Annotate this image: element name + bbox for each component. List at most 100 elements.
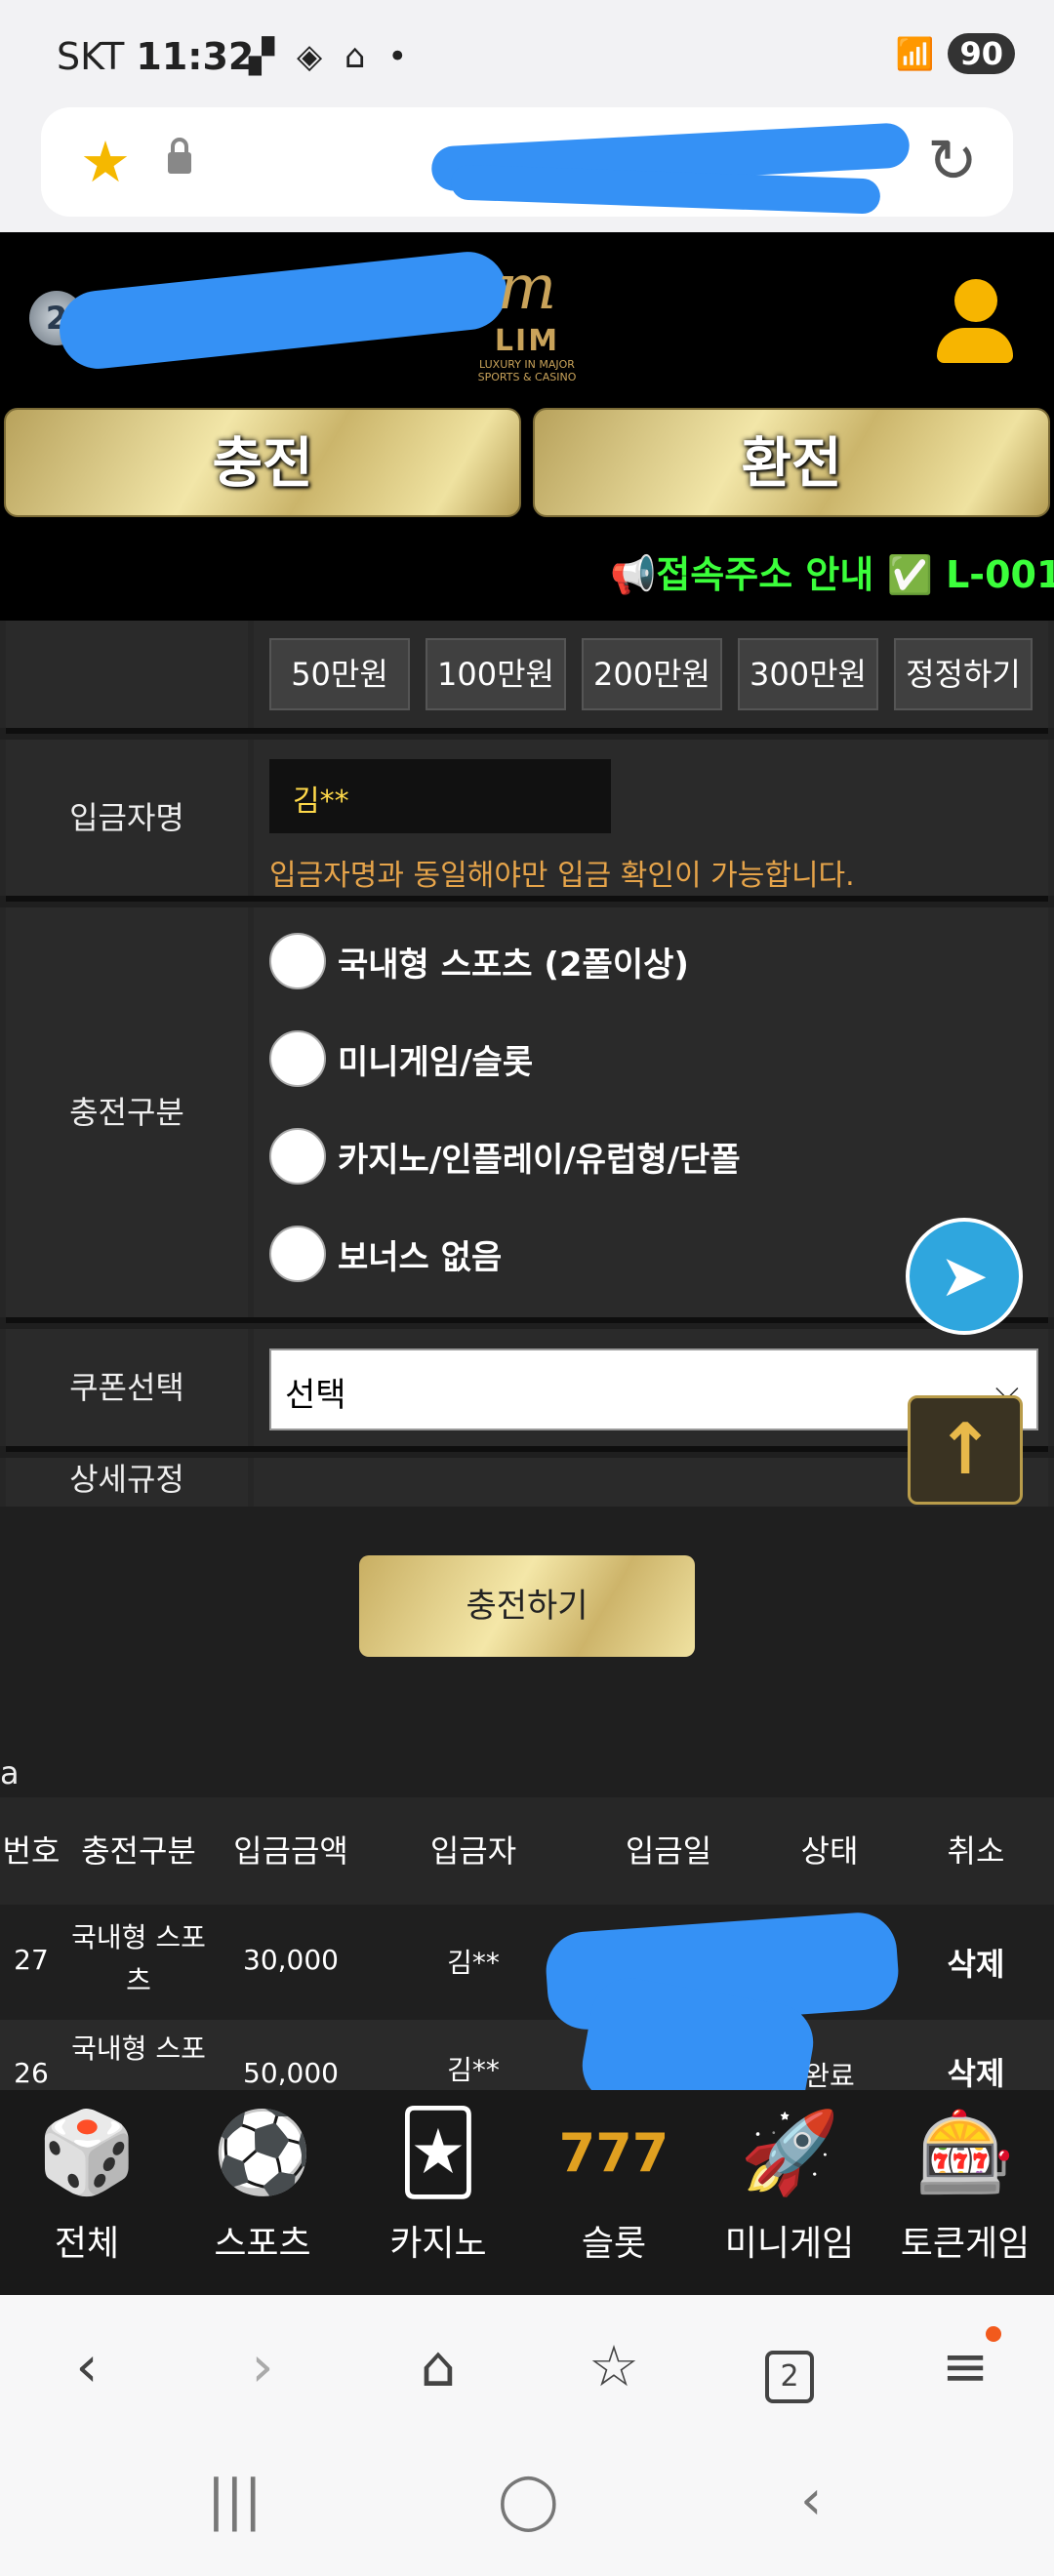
nav-slot[interactable]: 777 슬롯 [531,2100,697,2266]
reset-amount-button[interactable]: 정정하기 [894,638,1033,710]
radio-circle-icon[interactable] [269,1226,326,1282]
nav-label: 스포츠 [214,2224,311,2264]
coupon-row: 쿠폰선택 선택 ⌵ [0,1329,1054,1446]
depositor-input[interactable]: 김** [269,759,611,833]
nav-label: 카지노 [389,2224,487,2264]
system-nav-bar: ||| ◯ ‹ [0,2432,1054,2576]
depositor-row: 입금자명 김** 입금자명과 동일해야만 입금 확인이 가능합니다. [0,740,1054,896]
logo-mark-icon: m [497,252,557,324]
dice-icon: 🎲 [36,2107,138,2199]
tabs-button[interactable]: 2 [746,2322,833,2410]
reload-icon[interactable]: ↻ [927,125,978,196]
row-type: 국내형 스포 [71,2033,206,2065]
nav-label: 미니게임 [724,2224,855,2264]
roulette-icon: 🎰 [914,2107,1016,2199]
delete-button[interactable]: 삭제 [917,2049,1034,2090]
charge-type-option[interactable]: 국내형 스포츠 (2폴이상) [269,933,689,989]
rocket-icon: 🚀 [739,2107,840,2199]
charge-button[interactable]: 충전 [4,408,521,517]
notification-dot [986,2326,1001,2342]
coupon-selected-value: 선택 [285,1376,346,1415]
logo-text: LIM [494,324,560,358]
col-cancel: 취소 [947,1832,1005,1870]
browser-toolbar: ‹ › ⌂ ☆ 2 ≡ [0,2295,1054,2432]
col-type: 충전구분 [81,1832,196,1870]
option-label: 미니게임/슬롯 [338,1042,534,1082]
amount-label-cell [6,621,248,728]
nav-label: 슬롯 [581,2224,647,2264]
amount-100-button[interactable]: 100만원 [426,638,566,710]
logo-subtitle: LUXURY IN MAJOR [479,358,575,371]
charge-type-option[interactable]: 카지노/인플레이/유럽형/단폴 [269,1128,741,1185]
option-label: 카지노/인플레이/유럽형/단폴 [338,1140,741,1180]
nav-label: 토큰게임 [900,2224,1031,2264]
slot-777-icon: 777 [558,2122,669,2184]
menu-icon[interactable]: ≡ [921,2322,1009,2410]
table-row: 26 국내형 스포 50,000 김** 완료 삭제 [0,2020,1054,2090]
recent-apps-icon[interactable]: ||| [207,2469,263,2532]
charge-type-label: 충전구분 [6,907,248,1317]
clock: 11:32 [136,35,255,78]
home-button-icon[interactable]: ◯ [498,2469,559,2532]
depositor-notice: 입금자명과 동일해야만 입금 확인이 가능합니다. [269,859,855,893]
telegram-icon[interactable]: ➤ [906,1218,1023,1335]
bookmark-star-icon[interactable]: ★ [80,129,131,195]
site-header: 2 m LIM LUXURY IN MAJOR SPORTS & CASINO [0,232,1054,408]
scroll-top-arrow-icon[interactable]: ↑ [908,1395,1023,1505]
soccer-ball-icon: ⚽ [212,2107,313,2199]
user-profile-icon[interactable] [937,279,1015,367]
option-label: 보너스 없음 [338,1237,503,1277]
notice-marquee: 📢접속주소 안내 ✅ L-001.co [0,523,1054,621]
nav-token-game[interactable]: 🎰 토큰게임 [882,2100,1048,2266]
row-amount: 50,000 [243,2057,339,2089]
charge-type-option[interactable]: 미니게임/슬롯 [269,1030,533,1087]
coupon-label: 쿠폰선택 [6,1329,248,1446]
row-amount: 30,000 [243,1944,339,1976]
lock-icon [168,138,191,174]
amount-50-button[interactable]: 50만원 [269,638,410,710]
amount-200-button[interactable]: 200만원 [582,638,722,710]
action-buttons: 충전 환전 [0,408,1054,523]
bookmarks-star-icon[interactable]: ☆ [570,2322,658,2410]
tab-count: 2 [765,2351,814,2403]
url-bar[interactable]: ★ ↻ [41,107,1013,217]
row-number: 27 [14,1944,49,1976]
rules-label: 상세규정 [6,1458,248,1507]
wifi-icon: 📶 [895,35,935,72]
radio-circle-icon[interactable] [269,1128,326,1185]
row-divider [6,1317,1048,1323]
system-back-icon[interactable]: ‹ [800,2469,822,2532]
radio-circle-icon[interactable] [269,1030,326,1087]
submit-charge-button[interactable]: 충전하기 [359,1555,695,1657]
browser-url-area: ★ ↻ [0,107,1054,232]
nav-casino[interactable]: 🃏 카지노 [355,2100,521,2266]
nav-sports[interactable]: ⚽ 스포츠 [180,2100,345,2266]
row-depositor: 김** [447,1947,500,1979]
cards-icon: 🃏 [397,2107,479,2199]
row-type: 국내형 스포츠 [71,1921,206,1996]
radio-circle-icon[interactable] [269,933,326,989]
status-bar: SKT 11:32 ▞ ◈ ⌂ • 📶 90 [0,0,1054,107]
row-number: 26 [14,2057,49,2089]
carrier: SKT [57,35,125,78]
nav-minigame[interactable]: 🚀 미니게임 [707,2100,872,2266]
back-icon[interactable]: ‹ [43,2322,131,2410]
delete-button[interactable]: 삭제 [917,1940,1034,1985]
forward-icon[interactable]: › [219,2322,306,2410]
col-amount: 입금금액 [233,1832,348,1870]
depositor-label: 입금자명 [6,740,248,896]
exchange-button[interactable]: 환전 [533,408,1050,517]
row-divider [6,896,1048,902]
charge-type-row: 충전구분 국내형 스포츠 (2폴이상) 미니게임/슬롯 카지노/인플레이/유럽형… [0,907,1054,1317]
status-right: 📶 90 [896,33,1015,74]
nav-all[interactable]: 🎲 전체 [4,2100,170,2266]
option-label: 국내형 스포츠 (2폴이상) [338,945,689,985]
row-divider [6,1446,1048,1452]
notification-icons: ▞ ◈ ⌂ • [249,37,414,76]
site-logo[interactable]: m LIM LUXURY IN MAJOR SPORTS & CASINO [449,252,605,408]
charge-type-option[interactable]: 보너스 없음 [269,1226,502,1282]
amount-300-button[interactable]: 300만원 [738,638,878,710]
col-date: 입금일 [625,1832,712,1870]
logo-tagline: SPORTS & CASINO [477,371,577,383]
home-icon[interactable]: ⌂ [394,2322,482,2410]
